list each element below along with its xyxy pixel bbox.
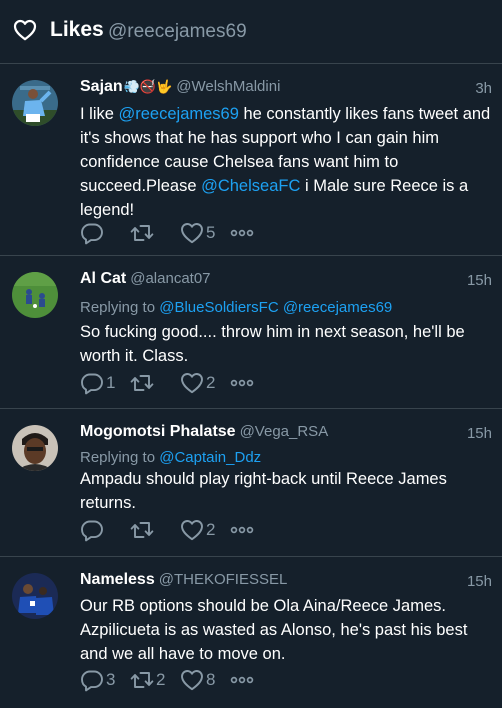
more-button[interactable]	[230, 518, 254, 542]
like-button[interactable]: 2	[180, 371, 216, 395]
author-name[interactable]: Mogomotsi Phalatse	[80, 423, 236, 440]
tweet-text: Ampadu should play right-back until Reec…	[80, 470, 447, 512]
reply-button[interactable]	[80, 221, 116, 245]
like-icon	[180, 518, 204, 542]
reply-count: 3	[106, 670, 116, 689]
like-button[interactable]: 8	[180, 668, 216, 692]
more-icon	[230, 371, 254, 395]
tweet-actions: 5	[80, 220, 268, 246]
replying-to: Replying to @Captain_Ddz	[80, 449, 262, 466]
more-button[interactable]	[230, 221, 254, 245]
replying-to: Replying to @BlueSoldiersFC @reecejames6…	[80, 299, 393, 316]
tweet-actions: 3 2 8	[80, 667, 268, 693]
reply-icon	[80, 518, 104, 542]
tweet-text: I like @reecejames69 he constantly likes…	[80, 105, 491, 219]
heart-outline-icon	[13, 19, 37, 41]
author-name[interactable]: Al Cat	[80, 270, 126, 287]
like-icon	[180, 221, 204, 245]
reply-icon	[80, 668, 104, 692]
page-header: Likes @reecejames69	[0, 0, 502, 64]
retweet-button[interactable]	[130, 518, 166, 542]
more-icon	[230, 221, 254, 245]
reply-icon	[80, 371, 104, 395]
like-button[interactable]: 5	[180, 221, 216, 245]
replying-to-link[interactable]: @BlueSoldiersFC	[159, 299, 278, 316]
tweet-time[interactable]: 15h	[467, 272, 492, 289]
like-icon	[180, 668, 204, 692]
author-name[interactable]: Sajan	[80, 78, 123, 95]
tweet-time[interactable]: 15h	[467, 425, 492, 442]
tweet-al-cat[interactable]: Al Cat @alancat07 15h Replying to @BlueSo…	[0, 256, 502, 409]
like-count: 2	[206, 373, 216, 392]
avatar[interactable]	[12, 272, 58, 318]
tweet-actions: 1 2	[80, 370, 268, 396]
author-handle[interactable]: @alancat07	[130, 270, 210, 287]
like-count: 2	[206, 520, 216, 539]
retweet-button[interactable]	[130, 371, 166, 395]
tweet-sajan[interactable]: Sajan💨🚭🤟 @WelshMaldini 3h I like @reeceja…	[0, 64, 502, 256]
mention-link[interactable]: @ChelseaFC	[201, 177, 300, 195]
page-handle[interactable]: @reecejames69	[108, 21, 247, 43]
reply-button[interactable]	[80, 518, 116, 542]
author-handle[interactable]: @Vega_RSA	[240, 423, 329, 440]
tweet-time[interactable]: 15h	[467, 573, 492, 590]
author-handle[interactable]: @THEKOFIESSEL	[159, 571, 288, 588]
tweet-text: So fucking good.... throw him in next se…	[80, 323, 465, 365]
like-count: 5	[206, 223, 216, 242]
tweet-time[interactable]: 3h	[475, 80, 492, 97]
avatar[interactable]	[12, 573, 58, 619]
more-icon	[230, 518, 254, 542]
more-button[interactable]	[230, 668, 254, 692]
page-title: Likes	[50, 18, 104, 41]
author-name[interactable]: Nameless	[80, 571, 155, 588]
retweet-icon	[130, 371, 154, 395]
replying-to-link[interactable]: @Captain_Ddz	[159, 449, 261, 466]
reply-icon	[80, 221, 104, 245]
more-button[interactable]	[230, 371, 254, 395]
like-count: 8	[206, 670, 216, 689]
tweet-text: Our RB options should be Ola Aina/Reece …	[80, 597, 468, 663]
retweet-icon	[130, 668, 154, 692]
reply-button[interactable]: 3	[80, 668, 116, 692]
retweet-icon	[130, 221, 154, 245]
reply-count: 1	[106, 373, 116, 392]
name-emoji: 💨🚭🤟	[123, 79, 173, 94]
retweet-button[interactable]	[130, 221, 166, 245]
author-handle[interactable]: @WelshMaldini	[176, 78, 280, 95]
tweet-actions: 2	[80, 517, 268, 543]
retweet-icon	[130, 518, 154, 542]
like-icon	[180, 371, 204, 395]
reply-button[interactable]: 1	[80, 371, 116, 395]
mention-link[interactable]: @reecejames69	[119, 105, 239, 123]
retweet-count: 2	[156, 670, 166, 689]
more-icon	[230, 668, 254, 692]
avatar[interactable]	[12, 80, 58, 126]
retweet-button[interactable]: 2	[130, 668, 166, 692]
tweet-mogomotsi[interactable]: Mogomotsi Phalatse @Vega_RSA 15h Replying…	[0, 409, 502, 557]
tweet-nameless[interactable]: Nameless @THEKOFIESSEL 15h Our RB options…	[0, 557, 502, 708]
like-button[interactable]: 2	[180, 518, 216, 542]
avatar[interactable]	[12, 425, 58, 471]
replying-to-link[interactable]: @reecejames69	[283, 299, 392, 316]
